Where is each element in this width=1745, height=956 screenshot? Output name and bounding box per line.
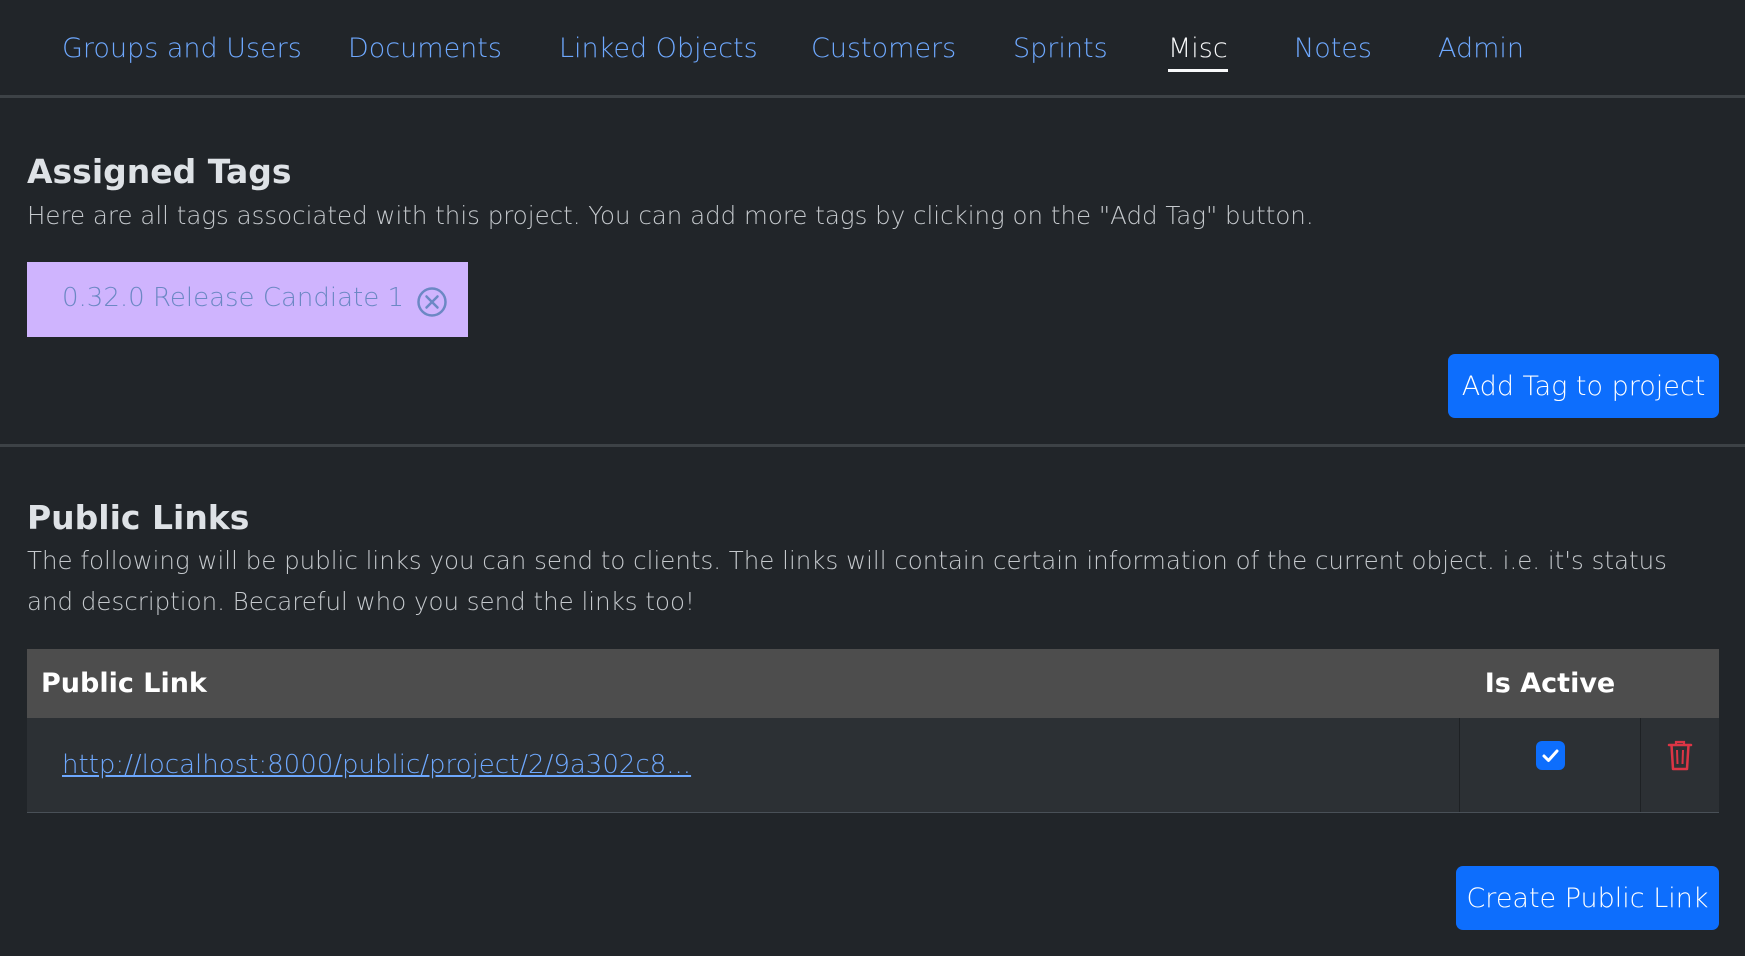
public-links-table: Public Link Is Active http://localhost:8… (27, 649, 1719, 813)
tab-notes[interactable]: Notes (1294, 30, 1372, 68)
tab-documents[interactable]: Documents (348, 30, 502, 68)
section-divider (0, 444, 1745, 447)
tab-sprints[interactable]: Sprints (1013, 30, 1108, 68)
remove-tag-icon[interactable] (416, 286, 448, 318)
create-public-link-button[interactable]: Create Public Link (1456, 866, 1719, 930)
add-tag-button[interactable]: Add Tag to project (1448, 354, 1719, 418)
public-link[interactable]: http://localhost:8000/public/project/2/9… (62, 750, 691, 780)
column-header-public-link: Public Link (27, 649, 1460, 718)
table-header-row: Public Link Is Active (27, 649, 1719, 718)
is-active-checkbox[interactable] (1535, 741, 1565, 770)
tag-label: 0.32.0 Release Candiate 1 (62, 283, 405, 313)
assigned-tags-description: Here are all tags associated with this p… (27, 201, 1314, 230)
tab-bar: Groups and Users Documents Linked Object… (0, 0, 1745, 98)
column-header-is-active: Is Active (1459, 649, 1641, 718)
table-row: http://localhost:8000/public/project/2/9… (27, 718, 1719, 813)
tab-groups-and-users[interactable]: Groups and Users (62, 30, 302, 68)
tab-admin[interactable]: Admin (1438, 30, 1524, 68)
trash-icon[interactable] (1667, 739, 1693, 775)
tab-customers[interactable]: Customers (811, 30, 956, 68)
tag-chip: 0.32.0 Release Candiate 1 (27, 262, 468, 337)
tab-linked-objects[interactable]: Linked Objects (559, 30, 758, 68)
delete-cell (1640, 718, 1719, 813)
public-links-title: Public Links (27, 498, 250, 537)
link-cell: http://localhost:8000/public/project/2/9… (27, 718, 1461, 813)
column-header-actions (1640, 649, 1719, 718)
checkmark-icon (1542, 749, 1558, 762)
public-links-description: The following will be public links you c… (27, 546, 1667, 616)
tab-misc[interactable]: Misc (1168, 30, 1228, 72)
assigned-tags-title: Assigned Tags (27, 152, 292, 191)
is-active-cell (1459, 718, 1641, 813)
